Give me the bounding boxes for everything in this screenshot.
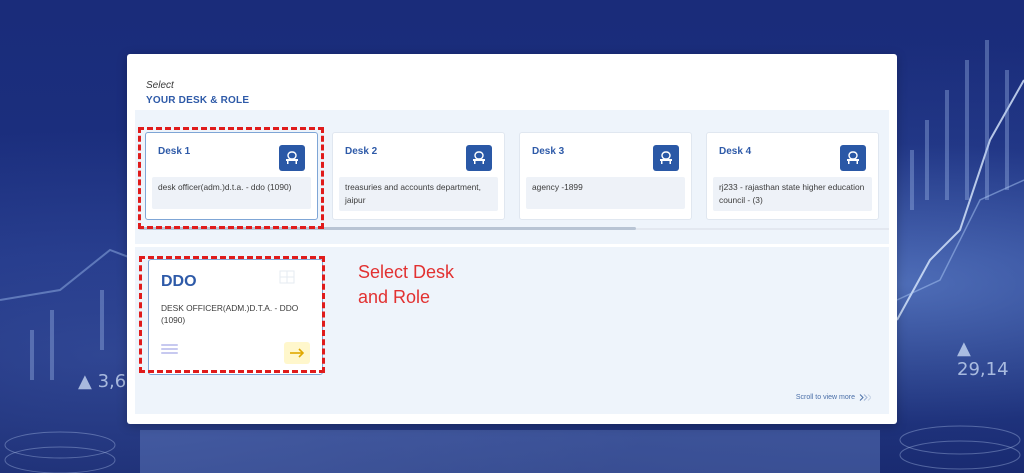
ticker-right: ▲ 29,14: [957, 338, 1009, 380]
scroll-hint-label: Scroll to view more: [795, 394, 855, 401]
scroll-hint: Scroll to view more: [796, 394, 871, 401]
desk-card-3[interactable]: Desk 3 agency -1899: [519, 132, 692, 220]
desk-name: Desk 3: [532, 146, 565, 157]
highlight-role-ddo: [139, 256, 325, 373]
desk-icon: [660, 151, 672, 164]
desk-name: Desk 2: [345, 146, 378, 157]
desk-description: rj233 - rajasthan state higher education…: [713, 177, 872, 211]
annotation-callout: Select Desk and Role: [358, 260, 454, 310]
annotation-line-2: and Role: [358, 287, 431, 307]
desk-select-button[interactable]: [653, 145, 679, 171]
desk-card-2[interactable]: Desk 2 treasuries and accounts departmen…: [332, 132, 505, 220]
desk-icon: [847, 151, 859, 164]
double-chevron-right-icon: [859, 394, 871, 401]
desk-description: agency -1899: [526, 177, 685, 209]
desk-select-button[interactable]: [840, 145, 866, 171]
desk-select-button[interactable]: [466, 145, 492, 171]
highlight-desk-1: [138, 127, 324, 229]
annotation-line-1: Select Desk: [358, 262, 455, 282]
desk-name: Desk 4: [719, 146, 752, 157]
desk-card-4[interactable]: Desk 4 rj233 - rajasthan state higher ed…: [706, 132, 879, 220]
desk-icon: [473, 151, 485, 164]
panel-pre-title: Select: [146, 80, 174, 91]
desk-description: treasuries and accounts department, jaip…: [339, 177, 498, 211]
panel-title: YOUR DESK & ROLE: [146, 95, 250, 106]
